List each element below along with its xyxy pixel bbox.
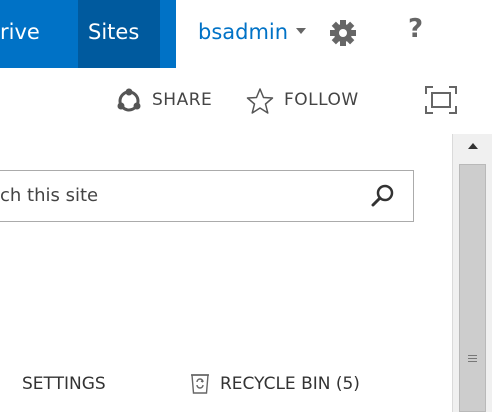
settings-link[interactable]: SETTINGS xyxy=(22,374,106,394)
tab-sites[interactable]: Sites xyxy=(78,0,160,68)
page-actions-bar: SHARE FOLLOW xyxy=(0,70,492,132)
help-button[interactable]: ? xyxy=(408,14,423,44)
share-button[interactable]: SHARE xyxy=(152,90,212,110)
search-placeholder: ch this site xyxy=(0,185,99,206)
user-menu-button[interactable]: bsadmin xyxy=(198,20,288,44)
scrollbar-grip-icon xyxy=(468,355,477,364)
recycle-bin-icon[interactable] xyxy=(190,371,210,395)
recycle-bin-link[interactable]: RECYCLE BIN (5) xyxy=(220,374,360,394)
user-menu-area: bsadmin ? xyxy=(176,0,492,68)
search-icon[interactable] xyxy=(370,183,396,209)
tab-onedrive[interactable]: rive xyxy=(0,20,40,44)
page-content: ch this site SETTINGS RECYCLE BIN (5) xyxy=(0,134,452,412)
vertical-scrollbar[interactable] xyxy=(452,134,492,412)
tab-sites-label: Sites xyxy=(88,20,140,44)
scroll-up-button[interactable] xyxy=(453,134,492,162)
share-icon[interactable] xyxy=(116,88,142,114)
gear-icon[interactable] xyxy=(328,18,358,48)
scrollbar-thumb[interactable] xyxy=(459,164,486,412)
focus-on-content-icon[interactable] xyxy=(424,85,458,115)
follow-button[interactable]: FOLLOW xyxy=(284,90,359,110)
star-icon[interactable] xyxy=(246,87,274,115)
chevron-down-icon[interactable] xyxy=(296,28,306,34)
search-input[interactable]: ch this site xyxy=(0,170,414,222)
suite-bar: rive Sites bsadmin ? xyxy=(0,0,492,68)
